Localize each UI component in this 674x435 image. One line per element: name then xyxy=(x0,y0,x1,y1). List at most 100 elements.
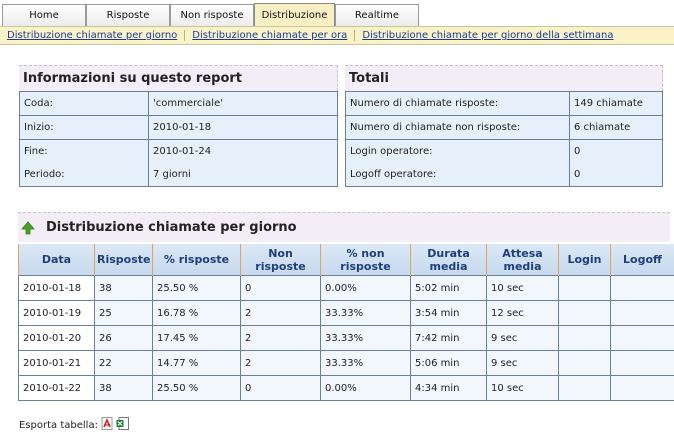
header-attesa-media[interactable]: Attesa media xyxy=(486,244,559,276)
header-perc-risposte[interactable]: % risposte xyxy=(152,244,241,276)
info-value: 7 giorni xyxy=(148,163,338,187)
table-cell: 2010-01-21 xyxy=(18,350,95,376)
excel-icon[interactable] xyxy=(116,417,129,433)
info-row: Periodo: 7 giorni xyxy=(19,163,338,187)
table-cell: 0.00% xyxy=(320,375,411,401)
table-cell: 2 xyxy=(240,350,321,376)
info-label: Fine: xyxy=(19,139,149,163)
totals-label: Logoff operatore: xyxy=(345,163,570,187)
link-per-giorno[interactable]: Distribuzione chiamate per giorno xyxy=(0,30,186,41)
tab-home[interactable]: Home xyxy=(2,4,86,26)
table-cell xyxy=(610,325,674,351)
export-bar: Esporta tabella: xyxy=(19,417,129,433)
table-cell xyxy=(558,325,611,351)
totals-row: Numero di chiamate risposte: 149 chiamate xyxy=(345,91,663,116)
totals-value: 0 xyxy=(569,139,663,163)
table-cell: 5:06 min xyxy=(410,350,487,376)
info-table: Coda:'commerciale' Inizio: 2010-01-18 Fin… xyxy=(19,91,338,187)
header-logoff[interactable]: Logoff xyxy=(610,244,674,276)
info-row: Fine: 2010-01-24 xyxy=(19,139,338,163)
info-value: 'commerciale' xyxy=(148,91,338,116)
totals-label: Login operatore: xyxy=(345,139,570,163)
table-cell: 2010-01-22 xyxy=(18,375,95,401)
table-cell xyxy=(610,275,674,301)
info-value: 2010-01-18 xyxy=(148,115,338,140)
info-label: Coda: xyxy=(19,91,149,116)
table-cell: 26 xyxy=(94,325,153,351)
tab-risposte[interactable]: Risposte xyxy=(86,4,170,26)
table-cell xyxy=(610,350,674,376)
tabs: Home Risposte Non risposte Distribuzione… xyxy=(2,3,419,26)
table-cell: 4:34 min xyxy=(410,375,487,401)
table-cell xyxy=(558,275,611,301)
header-perc-non-risposte[interactable]: % non risposte xyxy=(320,244,411,276)
header-non-risposte[interactable]: Non risposte xyxy=(240,244,321,276)
table-cell: 2010-01-20 xyxy=(18,325,95,351)
table-cell: 7:42 min xyxy=(410,325,487,351)
table-cell: 10 sec xyxy=(486,375,559,401)
table-cell: 3:54 min xyxy=(410,300,487,326)
table-cell: 5:02 min xyxy=(410,275,487,301)
table-cell: 38 xyxy=(94,275,153,301)
tab-non-risposte[interactable]: Non risposte xyxy=(170,4,254,26)
info-label: Inizio: xyxy=(19,115,149,140)
table-cell: 12 sec xyxy=(486,300,559,326)
totals-row: Logoff operatore: 0 xyxy=(345,163,663,187)
totals-label: Numero di chiamate non risposte: xyxy=(345,115,570,140)
header-durata-media[interactable]: Durata media xyxy=(410,244,487,276)
tab-bar: Home Risposte Non risposte Distribuzione… xyxy=(0,0,674,26)
table-cell: 2010-01-19 xyxy=(18,300,95,326)
table-row: 2010-01-18 38 25.50 % 0 0.00% 5:02 min 10 sec xyxy=(18,275,674,301)
table-cell: 25 xyxy=(94,300,153,326)
header-risposte[interactable]: Risposte xyxy=(94,244,153,276)
table-cell: 0.00% xyxy=(320,275,411,301)
distribution-title-bar: Distribuzione chiamate per giorno xyxy=(18,212,670,242)
table-cell xyxy=(558,375,611,401)
table-cell: 0 xyxy=(240,375,321,401)
totals-value: 149 chiamate xyxy=(569,91,663,116)
info-title: Informazioni su questo report xyxy=(19,65,338,91)
table-cell: 22 xyxy=(94,350,153,376)
table-row: 2010-01-20 26 17.45 % 2 33.33% 7:42 min 9 sec xyxy=(18,325,674,351)
table-cell: 17.45 % xyxy=(152,325,241,351)
export-label: Esporta tabella: xyxy=(19,419,98,431)
table-cell: 10 sec xyxy=(486,275,559,301)
table-cell xyxy=(558,350,611,376)
table-row: 2010-01-21 22 14.77 % 2 33.33% 5:06 min 9 sec xyxy=(18,350,674,376)
table-cell xyxy=(558,300,611,326)
table-row: 2010-01-19 25 16.78 % 2 33.33% 3:54 min 12 sec xyxy=(18,300,674,326)
table-body: 2010-01-18 38 25.50 % 0 0.00% 5:02 min 10 sec 2… xyxy=(18,275,674,401)
totals-label: Numero di chiamate risposte: xyxy=(345,91,570,116)
table-cell: 25.50 % xyxy=(152,375,241,401)
header-data[interactable]: Data xyxy=(18,244,95,276)
sub-navigation: Distribuzione chiamate per giorno Distri… xyxy=(0,26,674,45)
table-cell: 9 sec xyxy=(486,325,559,351)
info-row: Coda:'commerciale' xyxy=(19,91,338,116)
table-cell: 14.77 % xyxy=(152,350,241,376)
table-cell: 33.33% xyxy=(320,300,411,326)
link-per-ora[interactable]: Distribuzione chiamate per ora xyxy=(185,30,356,41)
totals-value: 0 xyxy=(569,163,663,187)
info-box: Informazioni su questo report Coda:'comm… xyxy=(19,65,338,187)
distribution-title: Distribuzione chiamate per giorno xyxy=(46,220,297,235)
info-row: Inizio: 2010-01-18 xyxy=(19,115,338,140)
distribution-table: Data Risposte % risposte Non risposte % … xyxy=(18,244,674,401)
arrow-up-icon[interactable] xyxy=(21,220,35,235)
table-cell: 38 xyxy=(94,375,153,401)
tab-distribuzione[interactable]: Distribuzione xyxy=(254,3,335,26)
header-login[interactable]: Login xyxy=(558,244,611,276)
totals-table: Numero di chiamate risposte: 149 chiamate… xyxy=(345,91,663,187)
pdf-icon[interactable] xyxy=(101,417,113,433)
tab-realtime[interactable]: Realtime xyxy=(335,4,419,26)
totals-row: Numero di chiamate non risposte: 6 chiama… xyxy=(345,115,663,140)
table-cell: 2 xyxy=(240,325,321,351)
table-cell: 25.50 % xyxy=(152,275,241,301)
table-cell: 2010-01-18 xyxy=(18,275,95,301)
info-value: 2010-01-24 xyxy=(148,139,338,163)
table-cell xyxy=(610,300,674,326)
table-cell: 16.78 % xyxy=(152,300,241,326)
table-cell: 2 xyxy=(240,300,321,326)
totals-row: Login operatore: 0 xyxy=(345,139,663,163)
table-cell xyxy=(610,375,674,401)
link-per-giorno-settimana[interactable]: Distribuzione chiamate per giorno della … xyxy=(355,30,620,41)
